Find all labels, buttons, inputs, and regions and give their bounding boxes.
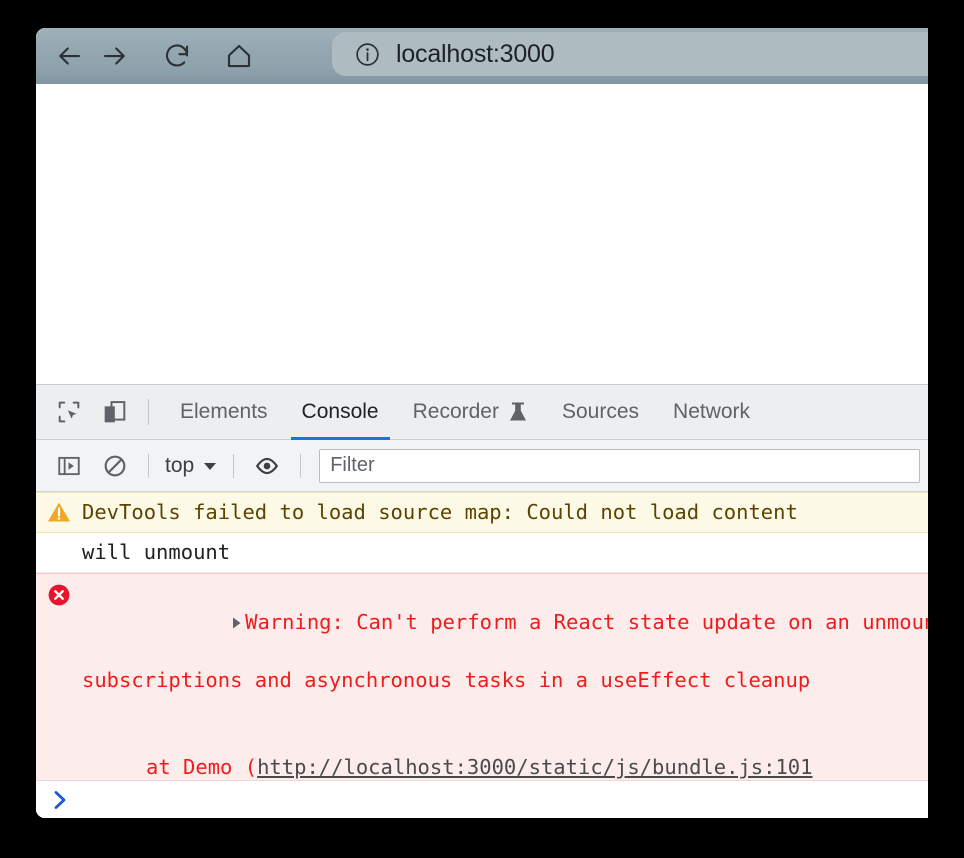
home-button[interactable] — [216, 33, 262, 79]
home-icon — [227, 44, 251, 68]
devtools-tabbar: Elements Console Recorder Sources Networ… — [36, 385, 928, 440]
address-bar-url: localhost:3000 — [396, 39, 555, 68]
info-circle-icon[interactable] — [354, 41, 381, 68]
device-toolbar-button[interactable] — [92, 389, 138, 435]
execution-context-select[interactable]: top — [159, 454, 223, 478]
tab-elements-label: Elements — [180, 400, 268, 423]
clear-console-button[interactable] — [92, 443, 138, 489]
device-toolbar-icon — [104, 401, 126, 423]
address-bar[interactable]: localhost:3000 — [332, 32, 928, 76]
tab-console-label: Console — [301, 400, 379, 423]
console-prompt[interactable] — [36, 780, 928, 818]
arrow-right-icon — [103, 47, 125, 65]
tab-network[interactable]: Network — [656, 385, 767, 440]
tab-network-label: Network — [673, 400, 751, 423]
flask-icon — [509, 402, 526, 421]
live-expression-button[interactable] — [244, 443, 290, 489]
console-toolbar: top Filter — [36, 440, 928, 492]
stack-frame-demo: at Demo (http://localhost:3000/static/js… — [82, 753, 928, 782]
toolbar-divider-3 — [300, 453, 302, 478]
back-button[interactable] — [46, 33, 92, 79]
arrow-left-icon — [59, 47, 81, 65]
forward-button[interactable] — [92, 33, 138, 79]
warning-triangle-icon — [48, 502, 70, 522]
browser-toolbar: localhost:3000 — [36, 28, 928, 84]
error-row-1: Warning: Can't perform a React state upd… — [230, 610, 928, 634]
tab-sources-label: Sources — [561, 400, 640, 423]
tab-sources[interactable]: Sources — [545, 385, 656, 440]
stack-frame-link[interactable]: http://localhost:3000/static/js/bundle.j… — [257, 755, 812, 779]
page-viewport — [36, 84, 928, 385]
browser-window: localhost:3000 Elements Console Recorder… — [36, 28, 928, 818]
tab-recorder[interactable]: Recorder — [396, 385, 545, 440]
tab-elements[interactable]: Elements — [163, 385, 285, 440]
toolbar-divider-2 — [233, 453, 235, 478]
prompt-chevron-icon — [54, 790, 66, 809]
error-circle-icon — [48, 584, 70, 606]
execution-context-label: top — [165, 453, 195, 477]
tabbar-divider — [148, 399, 149, 425]
warning-message-text: DevTools failed to load source map: Coul… — [82, 500, 798, 524]
screenshot-root: localhost:3000 Elements Console Recorder… — [0, 0, 964, 858]
show-console-sidebar-icon — [58, 456, 80, 475]
inspect-element-icon — [58, 401, 80, 423]
message-gutter — [36, 538, 82, 541]
console-sidebar-toggle-button[interactable] — [46, 443, 92, 489]
log-message-text: will unmount — [82, 540, 231, 564]
reload-button[interactable] — [154, 33, 200, 79]
tab-console[interactable]: Console — [285, 385, 396, 440]
reload-icon — [165, 44, 189, 67]
inspect-element-button[interactable] — [46, 389, 92, 435]
console-filter-placeholder: Filter — [330, 454, 375, 476]
disclosure-triangle-right-icon[interactable] — [230, 616, 243, 630]
stack-frame-prefix: at Demo ( — [146, 755, 258, 779]
tab-recorder-label: Recorder — [412, 400, 499, 423]
console-message-list[interactable]: DevTools failed to load source map: Coul… — [36, 492, 928, 818]
devtools-panel: Elements Console Recorder Sources Networ… — [36, 385, 928, 818]
message-gutter — [36, 498, 82, 523]
message-gutter — [36, 579, 82, 608]
error-message-text: Warning: Can't perform a React state upd… — [245, 610, 928, 634]
chevron-down-icon — [204, 462, 217, 470]
live-expression-eye-icon — [256, 457, 279, 474]
error-message-text-line2: subscriptions and asynchronous tasks in … — [82, 668, 811, 692]
console-message-warning[interactable]: DevTools failed to load source map: Coul… — [36, 492, 928, 533]
clear-console-icon — [104, 455, 126, 476]
toolbar-divider-1 — [148, 453, 149, 478]
console-filter-input[interactable]: Filter — [319, 448, 920, 483]
console-message-log[interactable]: will unmount — [36, 533, 928, 573]
